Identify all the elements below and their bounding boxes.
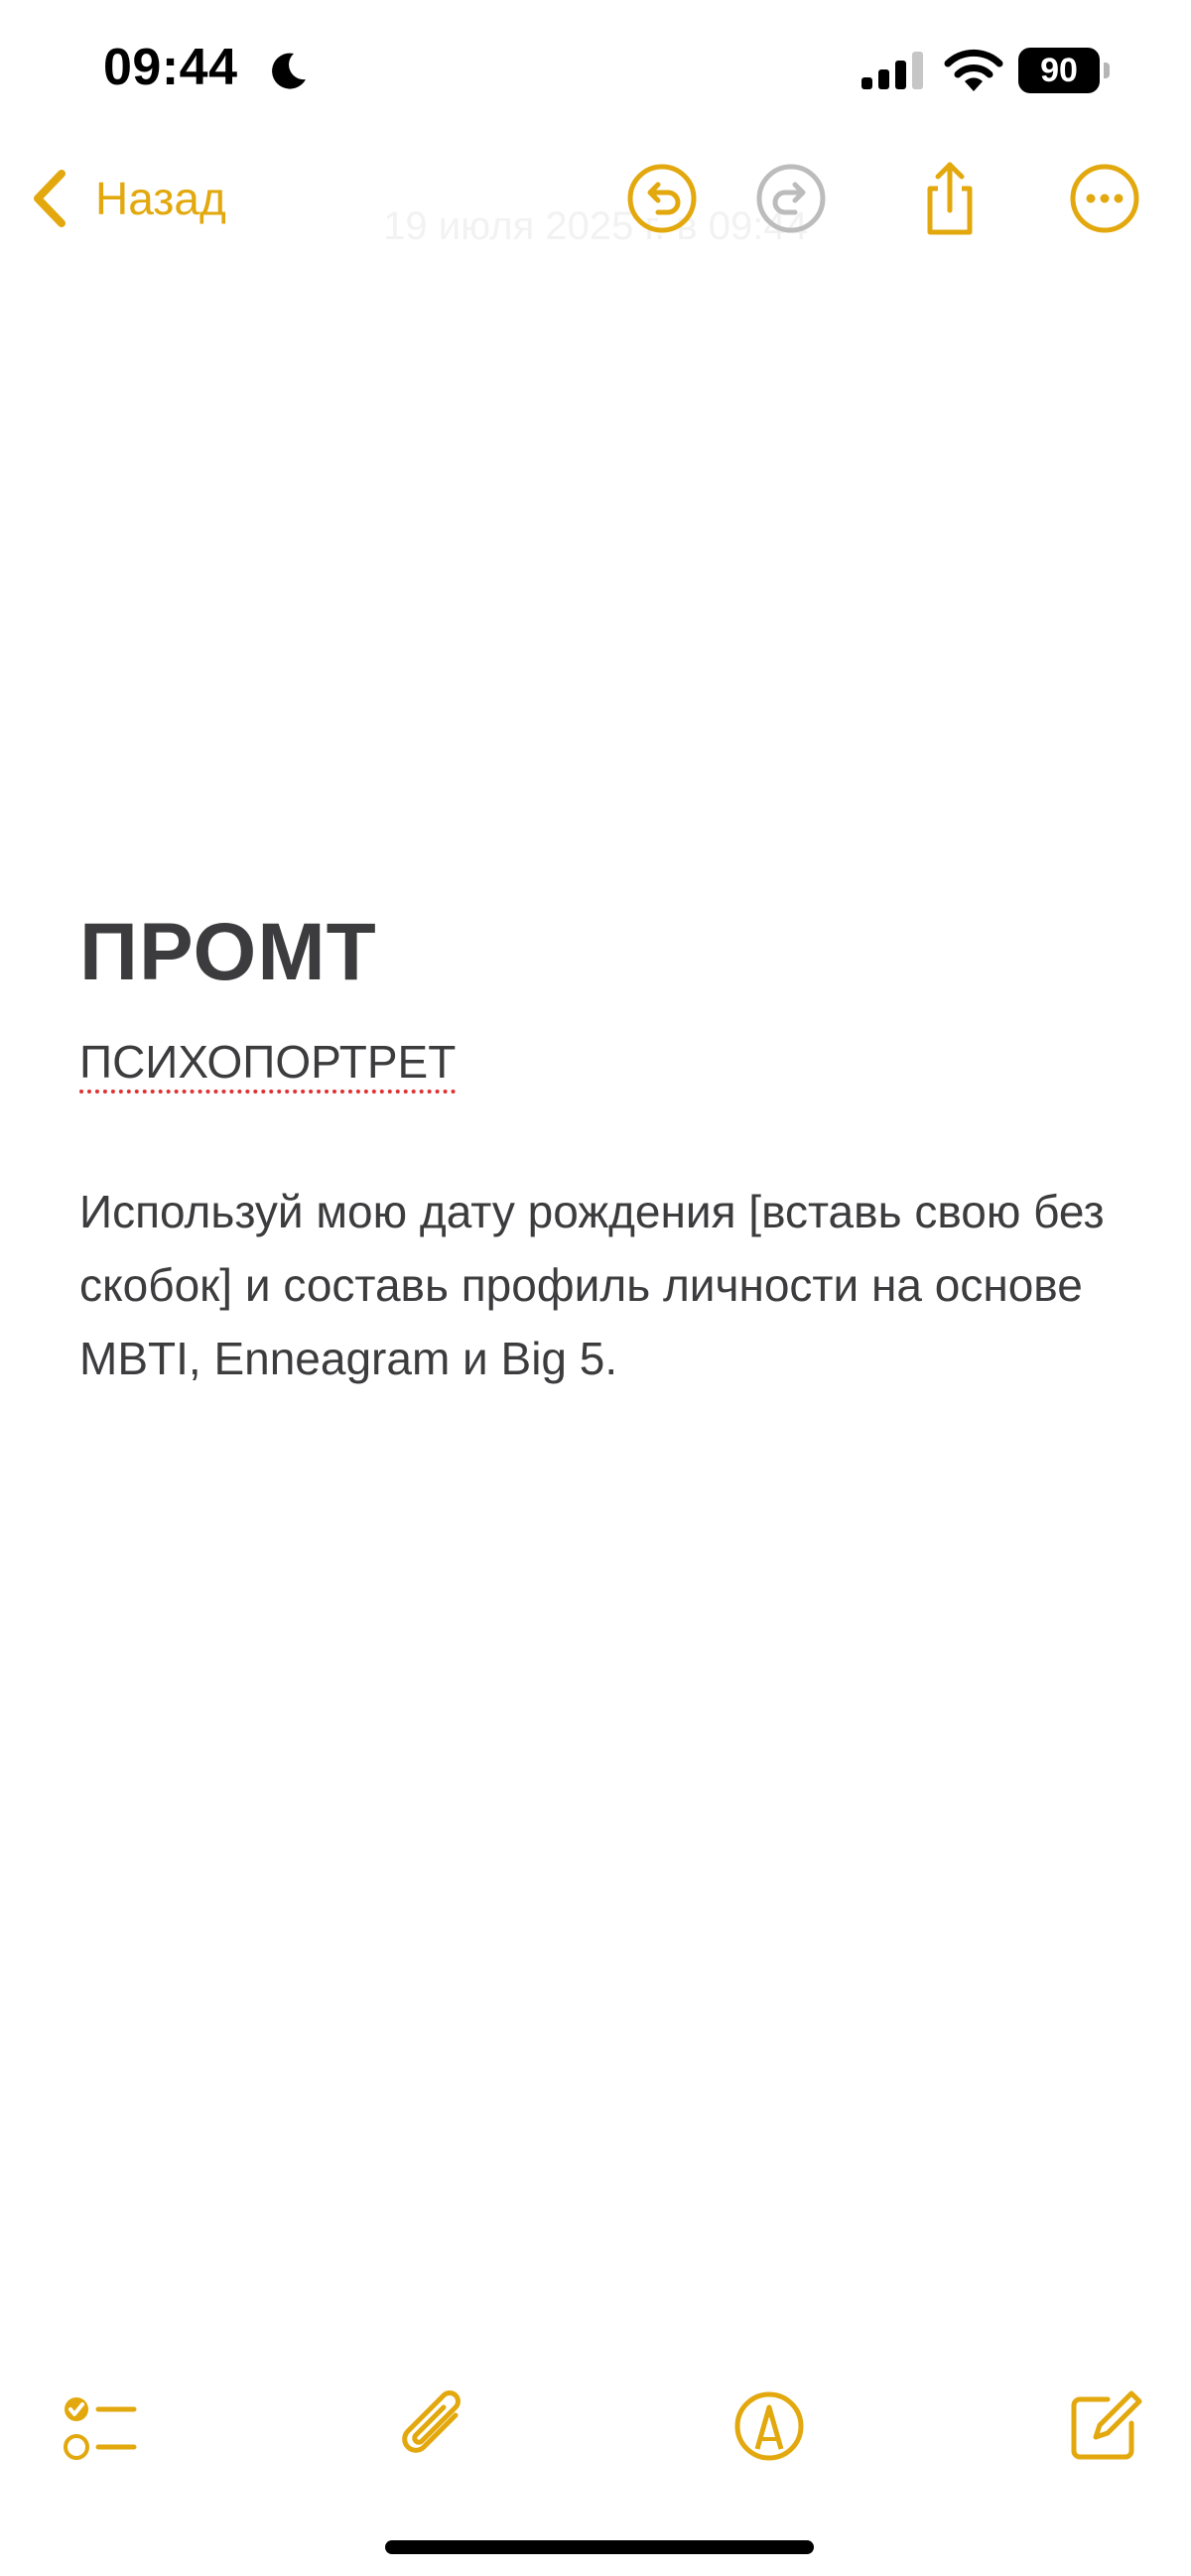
status-bar: 09:44 90 xyxy=(0,0,1191,139)
cellular-signal-icon xyxy=(861,52,923,89)
note-content[interactable]: ПРОМТ ПСИХОПОРТРЕТ Используй мою дату ро… xyxy=(79,893,1112,1395)
battery-icon: 90 xyxy=(1018,48,1112,93)
compose-icon[interactable] xyxy=(1060,2382,1149,2471)
share-icon[interactable] xyxy=(910,159,990,238)
nav-bar: Назад xyxy=(0,139,1191,258)
note-body: Используй мою дату рождения [вставь свою… xyxy=(79,1186,1105,1384)
bottom-toolbar xyxy=(0,2382,1191,2491)
home-indicator[interactable] xyxy=(385,2540,814,2554)
battery-level: 90 xyxy=(1018,48,1100,93)
chevron-left-icon xyxy=(34,170,66,227)
note-title: ПРОМТ xyxy=(79,907,377,997)
markup-icon[interactable] xyxy=(725,2382,814,2471)
note-subtitle: ПСИХОПОРТРЕТ xyxy=(79,1036,457,1088)
status-time: 09:44 xyxy=(103,39,238,96)
wifi-icon xyxy=(944,49,1003,91)
more-icon[interactable] xyxy=(1065,159,1144,238)
paperclip-icon[interactable] xyxy=(392,2382,481,2471)
checklist-icon[interactable] xyxy=(57,2382,146,2471)
moon-icon xyxy=(272,53,306,89)
undo-icon[interactable] xyxy=(622,159,702,238)
redo-icon[interactable] xyxy=(751,159,831,238)
battery-tip xyxy=(1104,63,1110,78)
back-label: Назад xyxy=(95,173,226,224)
back-button[interactable]: Назад xyxy=(30,159,226,238)
